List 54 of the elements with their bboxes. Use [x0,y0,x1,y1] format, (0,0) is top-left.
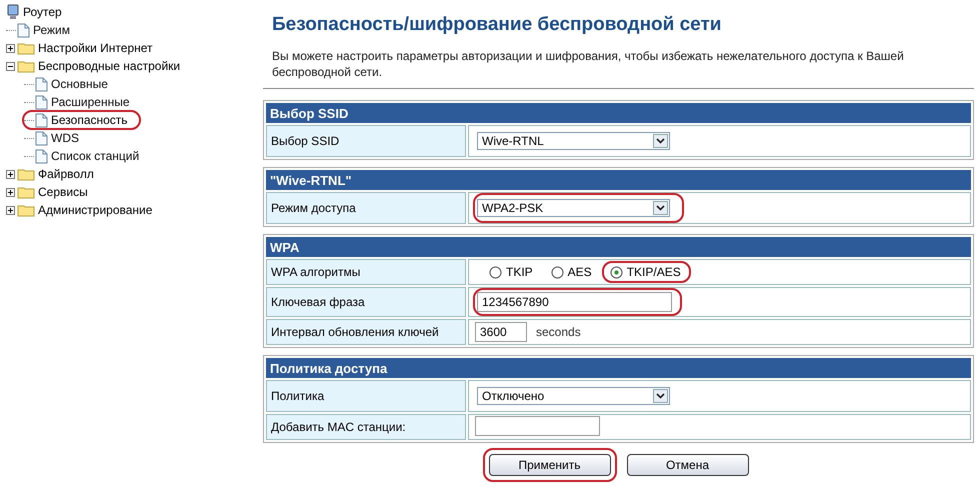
tree-folder[interactable]: Настройки Интернет [35,40,156,56]
tree-item[interactable]: Безопасность [48,112,131,128]
page-icon [35,130,48,146]
page-icon [35,76,48,92]
tree-item[interactable]: Список станций [48,148,142,164]
tree-item[interactable]: Расширенные [48,94,133,110]
section-header: WPA [266,237,971,257]
interval-field[interactable]: 3600 [475,322,527,342]
computer-icon [6,4,20,20]
passphrase-field[interactable]: 1234567890 [477,292,672,312]
field-label: Добавить MAC станции: [266,414,466,440]
page-icon [35,112,48,128]
unit-label: seconds [536,325,581,339]
mac-field[interactable] [475,416,600,436]
section-header: "Wive-RTNL" [266,170,971,190]
page-description: Вы можете настроить параметры авторизации и шифрования, чтобы избежать нежелательного доступа к Вашей беспроводной сети. [272,48,905,80]
field-label: Интервал обновления ключей [266,319,466,345]
tree-item[interactable]: Режим [30,22,73,38]
cancel-button[interactable]: Отмена [626,454,748,476]
page-title: Безопасность/шифрование беспроводной сети [272,14,722,36]
dropdown[interactable]: WPA2-PSK [477,199,670,217]
tree-item[interactable]: Основные [48,76,111,92]
folder-icon [17,203,35,217]
page-icon [17,22,30,38]
radio-option[interactable]: TKIP [489,265,533,279]
field-label: Режим доступа [266,192,466,224]
radio-option[interactable]: TKIP/AES [610,265,681,279]
folder-icon [17,59,35,73]
expand-icon[interactable] [6,206,15,214]
tree-item[interactable]: WDS [48,130,82,146]
dropdown[interactable]: Wive-RTNL [477,132,670,150]
expand-icon[interactable] [6,44,15,52]
folder-icon [17,167,35,181]
folder-icon [17,41,35,55]
dropdown[interactable]: Отключено [477,387,670,405]
field-label: Выбор SSID [266,125,466,157]
folder-icon [17,185,35,199]
radio-option[interactable]: AES [550,265,592,279]
page-icon [35,94,48,110]
tree-root[interactable]: Роутер [20,4,65,20]
expand-icon[interactable] [6,188,15,196]
field-label: WPA алгоритмы [266,259,466,285]
field-label: Ключевая фраза [266,287,466,317]
expand-icon[interactable] [6,170,15,178]
page-icon [35,148,48,164]
section-header: Выбор SSID [266,103,971,123]
field-label: Политика [266,380,466,412]
tree-folder[interactable]: Беспроводные настройки [35,58,184,74]
tree-folder[interactable]: Сервисы [35,184,91,200]
apply-button[interactable]: Применить [488,454,610,476]
section-header: Политика доступа [266,358,971,378]
tree-folder[interactable]: Файрволл [35,166,97,182]
tree-folder[interactable]: Администрирование [35,202,156,218]
collapse-icon[interactable] [6,62,15,70]
